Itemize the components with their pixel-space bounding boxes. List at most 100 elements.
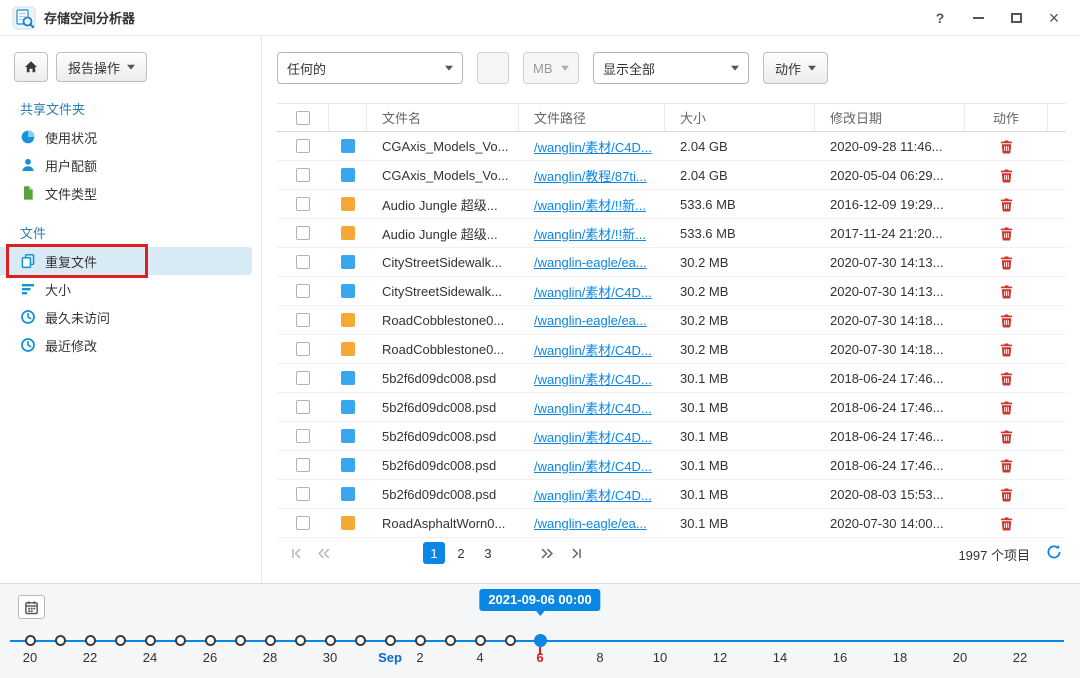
help-button[interactable]: ? [930,8,950,28]
timeline-dot[interactable] [325,635,336,646]
row-checkbox[interactable] [296,168,310,182]
timeline-dot[interactable] [385,635,396,646]
delete-button[interactable] [997,195,1016,214]
column-header-modified[interactable]: 修改日期 [815,104,965,131]
home-button[interactable] [14,52,48,82]
sidebar-item[interactable]: 使用状况 [0,123,252,151]
timeline-dot[interactable] [175,635,186,646]
timeline-tick-label: 18 [893,650,907,665]
timeline-dot[interactable] [445,635,456,646]
row-checkbox[interactable] [296,371,310,385]
file-path-link[interactable]: /wanglin/素材/C4D... [534,369,652,388]
select-all-checkbox[interactable] [296,111,310,125]
row-checkbox[interactable] [296,516,310,530]
timeline-dot[interactable] [55,635,66,646]
sidebar-item[interactable]: 文件类型 [0,179,252,207]
column-header-size[interactable]: 大小 [665,104,815,131]
delete-button[interactable] [997,369,1016,388]
maximize-button[interactable] [1006,8,1026,28]
delete-button[interactable] [997,427,1016,446]
pagination-prev-button[interactable] [312,541,336,565]
timeline-dot[interactable] [235,635,246,646]
page-button[interactable]: 1 [423,542,445,564]
file-table: 文件名 文件路径 大小 修改日期 动作 CGAxis_Models_Vo.../… [277,103,1066,538]
row-checkbox[interactable] [296,255,310,269]
file-path-link[interactable]: /wanglin-eagle/ea... [534,255,647,270]
timeline-dot[interactable] [265,635,276,646]
file-path-link[interactable]: /wanglin-eagle/ea... [534,313,647,328]
refresh-button[interactable] [1044,542,1064,562]
page-button[interactable]: 2 [450,542,472,564]
file-path-link[interactable]: /wanglin/素材/C4D... [534,340,652,359]
delete-button[interactable] [997,456,1016,475]
sidebar-item-label: 最近修改 [45,336,97,355]
pagination-pages: 123 [423,542,499,564]
timeline-dot[interactable] [145,635,156,646]
sidebar-item-label: 大小 [45,280,71,299]
show-filter-select[interactable]: 显示全部 [593,52,749,84]
delete-button[interactable] [997,224,1016,243]
timeline-dot[interactable] [295,635,306,646]
delete-button[interactable] [997,398,1016,417]
file-path-link[interactable]: /wanglin/教程/87ti... [534,166,647,185]
file-path-link[interactable]: /wanglin/素材/C4D... [534,456,652,475]
sidebar-item[interactable]: 最近修改 [0,331,252,359]
pagination-last-button[interactable] [564,541,588,565]
row-checkbox[interactable] [296,429,310,443]
minimize-button[interactable] [968,8,988,28]
row-checkbox[interactable] [296,284,310,298]
timeline-dot[interactable] [115,635,126,646]
delete-button[interactable] [997,166,1016,185]
delete-button[interactable] [997,282,1016,301]
row-checkbox[interactable] [296,458,310,472]
timeline-dot[interactable] [475,635,486,646]
sidebar-item[interactable]: 重复文件 [0,247,252,275]
file-type-thumb-icon [341,168,355,182]
delete-button[interactable] [997,485,1016,504]
sidebar-item[interactable]: 用户配额 [0,151,252,179]
file-path-link[interactable]: /wanglin/素材/C4D... [534,398,652,417]
file-path-link[interactable]: /wanglin/素材/C4D... [534,137,652,156]
column-header-name[interactable]: 文件名 [367,104,519,131]
page-button[interactable]: 3 [477,542,499,564]
close-button[interactable]: × [1044,8,1064,28]
file-path-link[interactable]: /wanglin/素材/C4D... [534,427,652,446]
timeline-dot[interactable] [415,635,426,646]
timeline-dot[interactable] [505,635,516,646]
row-checkbox[interactable] [296,487,310,501]
timeline-dot[interactable] [25,635,36,646]
file-path-link[interactable]: /wanglin/素材/C4D... [534,485,652,504]
file-path-link[interactable]: /wanglin/素材/!!新... [534,195,646,214]
sidebar-item[interactable]: 最久未访问 [0,303,252,331]
size-unit-select[interactable]: MB [523,52,579,84]
size-value-input[interactable] [477,52,509,84]
report-actions-button[interactable]: 报告操作 [56,52,147,82]
delete-button[interactable] [997,514,1016,533]
chevron-down-icon [445,65,453,71]
row-checkbox[interactable] [296,226,310,240]
action-button[interactable]: 动作 [763,52,828,84]
row-checkbox[interactable] [296,197,310,211]
timeline-dot[interactable] [534,634,547,647]
file-path-link[interactable]: /wanglin/素材/C4D... [534,282,652,301]
row-checkbox[interactable] [296,313,310,327]
file-type-filter-select[interactable]: 任何的 [277,52,463,84]
delete-button[interactable] [997,311,1016,330]
pagination-next-button[interactable] [535,541,559,565]
file-path-link[interactable]: /wanglin/素材/!!新... [534,224,646,243]
delete-button[interactable] [997,253,1016,272]
row-checkbox[interactable] [296,139,310,153]
file-modified-cell: 2018-06-24 17:46... [815,422,965,450]
row-checkbox[interactable] [296,342,310,356]
sidebar-item[interactable]: 大小 [0,275,252,303]
row-checkbox[interactable] [296,400,310,414]
delete-button[interactable] [997,340,1016,359]
timeline-dot[interactable] [85,635,96,646]
pagination-first-button[interactable] [284,541,308,565]
delete-button[interactable] [997,137,1016,156]
timeline-dot[interactable] [355,635,366,646]
column-header-path[interactable]: 文件路径 [519,104,665,131]
file-path-link[interactable]: /wanglin-eagle/ea... [534,516,647,531]
file-size-cell: 30.2 MB [665,306,815,334]
timeline-dot[interactable] [205,635,216,646]
